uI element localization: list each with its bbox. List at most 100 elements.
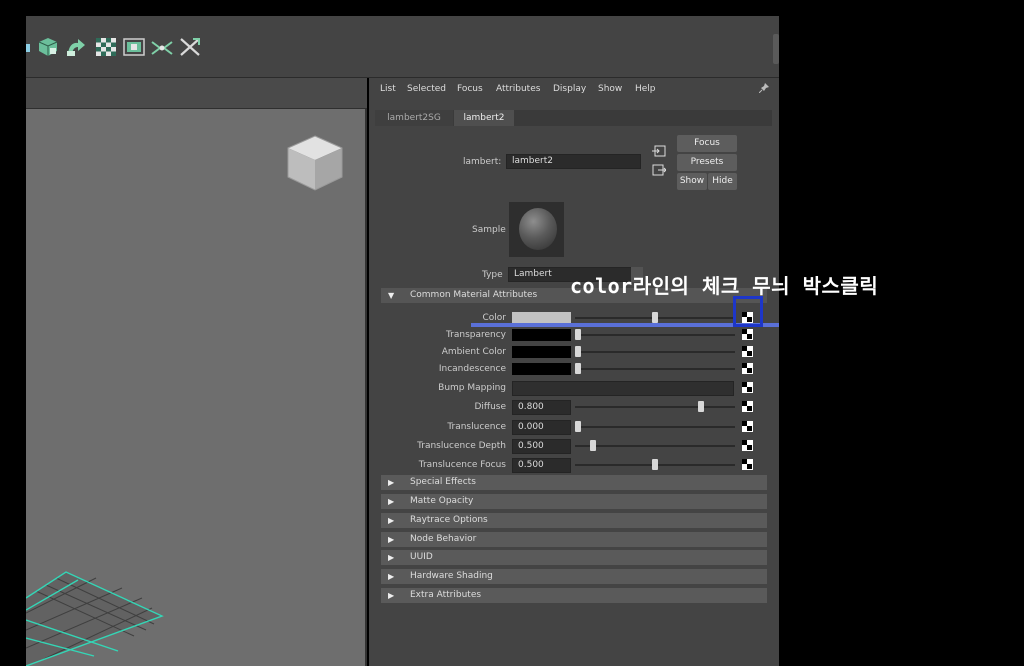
bend-icon[interactable] <box>65 36 89 58</box>
toolbar-scroll-icon[interactable] <box>773 34 779 64</box>
viewport-panel[interactable] <box>26 78 367 666</box>
section-special-effects[interactable]: ▶ Special Effects <box>381 475 767 490</box>
focus-button[interactable]: Focus <box>677 135 737 152</box>
menu-show[interactable]: Show <box>598 84 622 94</box>
attr-value-field[interactable]: 0.800 <box>512 400 571 415</box>
attr-slider-thumb[interactable] <box>575 421 581 432</box>
expand-triangle-icon: ▶ <box>388 572 395 581</box>
material-sample-swatch <box>509 202 564 257</box>
attr-label: Diffuse <box>474 402 506 412</box>
attr-map-checker-button[interactable] <box>742 401 753 412</box>
attr-slider-track[interactable] <box>575 334 735 336</box>
attr-slider-thumb[interactable] <box>575 363 581 374</box>
output-connection-icon[interactable] <box>652 164 666 176</box>
section-title: Hardware Shading <box>410 571 493 581</box>
attr-label: Color <box>482 313 507 323</box>
attribute-editor: List Selected Focus Attributes Display S… <box>369 78 779 666</box>
attr-map-checker-button[interactable] <box>742 382 753 393</box>
annotation-text: color라인의 체크 무늬 박스클릭 <box>570 274 879 298</box>
node-name-field[interactable]: lambert2 <box>506 154 641 169</box>
attr-map-checker-button[interactable] <box>742 329 753 340</box>
node-type-label: lambert: <box>463 157 502 167</box>
section-extra-attributes[interactable]: ▶ Extra Attributes <box>381 588 767 603</box>
menu-display[interactable]: Display <box>553 84 586 94</box>
annotation-highlight-box <box>733 296 763 327</box>
node-tabs: lambert2SG lambert2 <box>375 110 772 126</box>
menu-selected[interactable]: Selected <box>407 84 446 94</box>
section-node-behavior[interactable]: ▶ Node Behavior <box>381 532 767 547</box>
attr-value-field[interactable]: 0.500 <box>512 439 571 454</box>
attr-color-swatch[interactable] <box>512 329 571 341</box>
attr-slider-thumb[interactable] <box>575 329 581 340</box>
section-title: Extra Attributes <box>410 590 482 600</box>
collapse-triangle-icon: ▼ <box>388 291 395 300</box>
section-matte-opacity[interactable]: ▶ Matte Opacity <box>381 494 767 509</box>
show-button[interactable]: Show <box>677 173 707 190</box>
attr-slider-thumb[interactable] <box>652 459 658 470</box>
joint-icon[interactable] <box>150 36 174 58</box>
section-hardware-shading[interactable]: ▶ Hardware Shading <box>381 569 767 584</box>
expand-triangle-icon: ▶ <box>388 497 395 506</box>
attr-label: Translucence Depth <box>417 441 506 451</box>
attr-slider-track[interactable] <box>575 368 735 370</box>
tab-lambert2sg[interactable]: lambert2SG <box>375 110 453 126</box>
expand-triangle-icon: ▶ <box>388 591 395 600</box>
attr-color-swatch[interactable] <box>512 346 571 358</box>
menu-help[interactable]: Help <box>635 84 656 94</box>
section-title: Raytrace Options <box>410 515 488 525</box>
expand-triangle-icon: ▶ <box>388 553 395 562</box>
attr-slider-track[interactable] <box>575 351 735 353</box>
attr-map-checker-button[interactable] <box>742 440 753 451</box>
sample-label: Sample <box>472 225 506 235</box>
main-toolbar <box>26 16 779 78</box>
attr-label: Ambient Color <box>441 347 506 357</box>
attr-value-field[interactable]: 0.000 <box>512 420 571 435</box>
attr-label: Translucence <box>447 422 506 432</box>
attr-map-field[interactable] <box>512 381 734 396</box>
tab-lambert2[interactable]: lambert2 <box>454 110 514 126</box>
section-title: Special Effects <box>410 477 476 487</box>
menu-focus[interactable]: Focus <box>457 84 483 94</box>
attr-map-checker-button[interactable] <box>742 363 753 374</box>
menu-list[interactable]: List <box>380 84 396 94</box>
viewcube-icon[interactable] <box>284 132 346 194</box>
attr-slider-thumb[interactable] <box>575 346 581 357</box>
attr-label: Incandescence <box>438 364 506 374</box>
render-icon[interactable] <box>122 36 146 58</box>
expand-triangle-icon: ▶ <box>388 535 395 544</box>
attr-slider-track[interactable] <box>575 406 735 408</box>
attr-slider-track[interactable] <box>575 445 735 447</box>
cube-icon[interactable] <box>36 36 60 58</box>
attr-value-field[interactable]: 0.500 <box>512 458 571 473</box>
section-title: Node Behavior <box>410 534 477 544</box>
input-connection-icon[interactable] <box>652 145 666 157</box>
attr-slider-thumb[interactable] <box>698 401 705 412</box>
attr-label: Bump Mapping <box>438 383 506 393</box>
attr-map-checker-button[interactable] <box>742 346 753 357</box>
hide-button[interactable]: Hide <box>708 173 737 190</box>
section-title: Matte Opacity <box>410 496 474 506</box>
attr-label: Translucence Focus <box>418 460 506 470</box>
checker-map-icon[interactable] <box>94 36 118 58</box>
attr-map-checker-button[interactable] <box>742 459 753 470</box>
expand-triangle-icon: ▶ <box>388 516 395 525</box>
type-label: Type <box>482 270 503 280</box>
menu-attributes[interactable]: Attributes <box>496 84 540 94</box>
attr-slider-thumb[interactable] <box>590 440 597 451</box>
attr-map-checker-button[interactable] <box>742 421 753 432</box>
section-title: Common Material Attributes <box>410 290 538 300</box>
attr-color-swatch[interactable] <box>512 363 571 375</box>
attr-slider-track[interactable] <box>575 426 735 428</box>
expand-triangle-icon: ▶ <box>388 478 395 487</box>
section-uuid[interactable]: ▶ UUID <box>381 550 767 565</box>
pin-icon[interactable] <box>759 83 769 93</box>
section-title: UUID <box>410 552 433 562</box>
presets-button[interactable]: Presets <box>677 154 737 171</box>
attr-slider-thumb[interactable] <box>652 312 658 323</box>
cross-tools-icon[interactable] <box>178 36 202 58</box>
ground-grid <box>26 571 164 666</box>
viewport-header <box>26 78 367 109</box>
attr-label: Transparency <box>445 330 506 340</box>
attribute-editor-menubar: List Selected Focus Attributes Display S… <box>369 78 779 100</box>
section-raytrace-options[interactable]: ▶ Raytrace Options <box>381 513 767 528</box>
